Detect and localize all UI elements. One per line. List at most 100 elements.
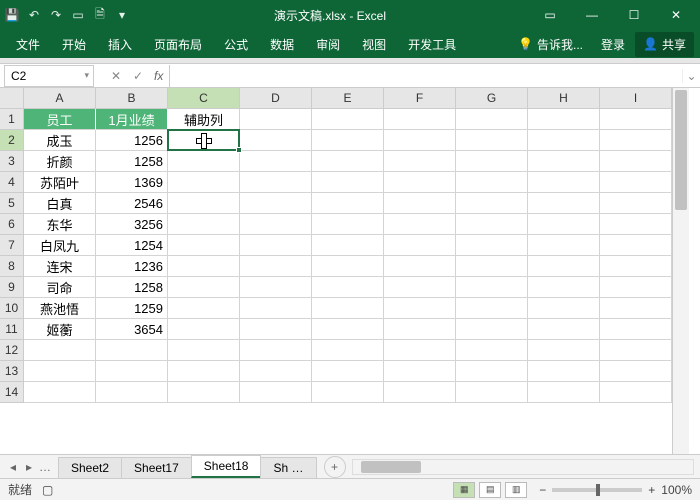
ribbon-tab[interactable]: 公式 (214, 32, 258, 57)
cell[interactable] (240, 298, 312, 319)
zoom-level[interactable]: 100% (661, 483, 692, 497)
cell[interactable] (600, 151, 672, 172)
cell[interactable] (312, 382, 384, 403)
cell[interactable] (528, 235, 600, 256)
sheet-tab[interactable]: Sheet17 (121, 457, 192, 478)
cell[interactable] (384, 361, 456, 382)
cell[interactable]: 1月业绩 (96, 109, 168, 130)
page-layout-view-button[interactable]: ▤ (479, 482, 501, 498)
fx-icon[interactable]: fx (154, 69, 163, 83)
cell[interactable] (240, 193, 312, 214)
cell[interactable]: 成玉 (24, 130, 96, 151)
cell[interactable]: 折颜 (24, 151, 96, 172)
cell[interactable] (528, 277, 600, 298)
sheet-nav[interactable]: ◂▸… (0, 460, 58, 474)
cell[interactable] (600, 172, 672, 193)
cell[interactable]: 2546 (96, 193, 168, 214)
row-header[interactable]: 10 (0, 298, 24, 319)
cell[interactable] (384, 298, 456, 319)
cell[interactable] (456, 340, 528, 361)
ribbon-tab[interactable]: 文件 (6, 32, 50, 57)
column-header[interactable]: G (456, 88, 528, 109)
cell[interactable] (312, 319, 384, 340)
column-header[interactable]: F (384, 88, 456, 109)
cell[interactable] (456, 109, 528, 130)
cell[interactable] (528, 298, 600, 319)
cell[interactable] (456, 382, 528, 403)
cell[interactable]: 白凤九 (24, 235, 96, 256)
cell[interactable] (600, 382, 672, 403)
maximize-button[interactable]: ☐ (614, 1, 654, 29)
cell[interactable]: 燕池悟 (24, 298, 96, 319)
cell[interactable] (168, 235, 240, 256)
formula-bar[interactable] (169, 65, 682, 87)
cell[interactable] (600, 235, 672, 256)
row-header[interactable]: 3 (0, 151, 24, 172)
cell[interactable] (528, 256, 600, 277)
cell[interactable] (600, 214, 672, 235)
cell[interactable] (600, 298, 672, 319)
cell[interactable]: 1258 (96, 277, 168, 298)
cell[interactable]: 东华 (24, 214, 96, 235)
cell[interactable] (240, 319, 312, 340)
cell[interactable] (528, 193, 600, 214)
cell[interactable] (528, 214, 600, 235)
cell[interactable] (168, 298, 240, 319)
expand-formula-icon[interactable]: ⌄ (682, 69, 700, 83)
column-header[interactable]: A (24, 88, 96, 109)
ribbon-tab[interactable]: 数据 (260, 32, 304, 57)
cell[interactable] (456, 298, 528, 319)
cell[interactable] (168, 151, 240, 172)
ribbon-options-icon[interactable]: ▭ (530, 1, 570, 29)
cell[interactable] (168, 256, 240, 277)
cell[interactable] (312, 172, 384, 193)
cell[interactable] (528, 361, 600, 382)
row-header[interactable]: 11 (0, 319, 24, 340)
cell[interactable] (528, 109, 600, 130)
cell[interactable] (312, 298, 384, 319)
cell[interactable] (600, 256, 672, 277)
cell[interactable] (240, 130, 312, 151)
ribbon-tab[interactable]: 开始 (52, 32, 96, 57)
cell[interactable]: 1259 (96, 298, 168, 319)
cell[interactable] (600, 109, 672, 130)
close-button[interactable]: ✕ (656, 1, 696, 29)
horizontal-scrollbar[interactable] (352, 459, 695, 475)
cell[interactable] (168, 340, 240, 361)
cell[interactable] (312, 340, 384, 361)
redo-icon[interactable]: ↷ (48, 7, 64, 23)
spreadsheet-grid[interactable]: ABCDEFGHI1员工1月业绩辅助列2成玉12563折颜12584苏陌叶136… (0, 88, 672, 454)
cell[interactable] (312, 214, 384, 235)
cell[interactable] (312, 256, 384, 277)
cell[interactable]: 白真 (24, 193, 96, 214)
cancel-formula-icon[interactable]: ✕ (106, 69, 126, 83)
cell[interactable] (456, 361, 528, 382)
cell[interactable] (384, 277, 456, 298)
minimize-button[interactable]: — (572, 1, 612, 29)
cell[interactable] (96, 361, 168, 382)
save-icon[interactable]: 💾 (4, 7, 20, 23)
enter-formula-icon[interactable]: ✓ (128, 69, 148, 83)
cell[interactable] (528, 319, 600, 340)
select-all-corner[interactable] (0, 88, 24, 109)
row-header[interactable]: 5 (0, 193, 24, 214)
cell[interactable]: 3256 (96, 214, 168, 235)
cell[interactable] (168, 214, 240, 235)
cell[interactable] (240, 256, 312, 277)
name-box[interactable]: C2 (4, 65, 94, 87)
cell[interactable] (384, 340, 456, 361)
cell[interactable] (24, 361, 96, 382)
new-file-icon[interactable]: ▭ (70, 7, 86, 23)
row-header[interactable]: 7 (0, 235, 24, 256)
cell[interactable] (384, 130, 456, 151)
cell[interactable] (384, 235, 456, 256)
macro-record-icon[interactable]: ▢ (42, 483, 53, 497)
cell[interactable] (384, 382, 456, 403)
ribbon-tab[interactable]: 插入 (98, 32, 142, 57)
cell[interactable] (168, 361, 240, 382)
cell[interactable] (312, 277, 384, 298)
ribbon-tab[interactable]: 视图 (352, 32, 396, 57)
share-button[interactable]: 👤 共享 (635, 32, 694, 57)
cell[interactable] (168, 382, 240, 403)
row-header[interactable]: 14 (0, 382, 24, 403)
